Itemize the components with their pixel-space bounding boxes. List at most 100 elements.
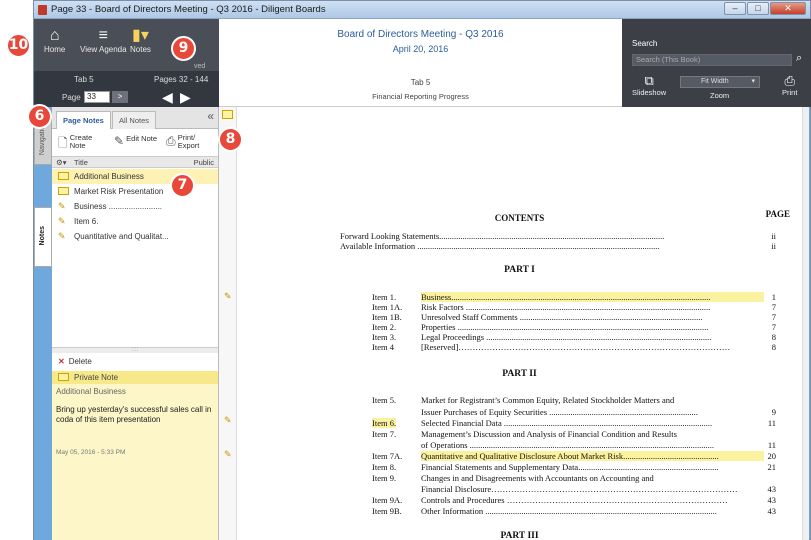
previous-page-button[interactable]: ◀ [162, 89, 173, 106]
toc-row[interactable]: Item 3. Legal Proceedings ..............… [372, 332, 776, 342]
page-column-heading: PAGE [765, 209, 790, 219]
part-heading: PART III [500, 531, 539, 540]
annotation-item[interactable]: ✎ Quantitative and Qualitat... [52, 229, 218, 244]
toc-row[interactable]: Item 9A. Controls and Procedures …………………… [372, 495, 776, 505]
panel-splitter[interactable]: :::: [52, 347, 218, 353]
edit-note-button[interactable]: ✎ Edit Note [114, 134, 157, 148]
zoom-label: Zoom [710, 91, 730, 100]
toc-text: Market for Registrant’s Common Equity, R… [421, 395, 675, 405]
toc-row[interactable]: Item 7A. Quantitative and Qualitative Di… [372, 451, 776, 461]
printer-icon: ⎙ [166, 134, 176, 148]
toc-page: 43 [767, 506, 777, 516]
create-note-button[interactable]: 🗋 Create Note [58, 134, 92, 155]
go-to-page-button[interactable]: > [112, 91, 128, 103]
toc-page: 8 [771, 342, 776, 352]
note-icon [58, 172, 69, 180]
print-export-button[interactable]: ⎙ Print/ Export [166, 134, 199, 150]
app-window: Page 33 - Board of Directors Meeting - Q… [33, 0, 811, 540]
search-icon[interactable]: ⌕ [796, 52, 802, 65]
toc-text: Risk Factors ...........................… [421, 302, 711, 312]
close-button[interactable]: ✕ [770, 2, 806, 15]
toc-row[interactable]: Item 7. Management’s Discussion and Anal… [372, 429, 776, 439]
highlighter-icon: ✎ [58, 231, 66, 241]
toc-row[interactable]: Item 1B. Unresolved Staff Comments .....… [372, 312, 776, 322]
annotation-item[interactable]: ✎ Item 6. [52, 214, 218, 229]
highlighter-icon[interactable]: ✎ [224, 449, 232, 460]
collapse-panel-button[interactable]: « [207, 109, 214, 123]
tab-notes[interactable]: Notes [34, 207, 52, 267]
part-heading: PART II [502, 369, 537, 379]
edit-note-icon: ✎ [114, 134, 125, 148]
toc-item-number: Item 1. [372, 292, 397, 302]
private-note-row: Private Note [52, 371, 218, 384]
note-item-label: Market Risk Presentation [74, 187, 164, 196]
col-title[interactable]: Title [74, 158, 88, 167]
tab-title: Tab 5 [410, 78, 431, 87]
print-button[interactable]: ⎙ Print [782, 74, 797, 98]
tab-all-notes[interactable]: All Notes [112, 111, 157, 129]
zoom-select[interactable]: Fit Width ▾ [680, 76, 760, 88]
toc-page: 1 [771, 292, 776, 302]
document-viewer[interactable]: ✎ ✎ ✎ CONTENTS PAGE Forward Looking Stat… [219, 107, 809, 540]
toc-row[interactable]: Item 2. Properties .....................… [372, 322, 776, 332]
toc-row[interactable]: Item 8. Financial Statements and Supplem… [372, 462, 776, 472]
zoom-value: Fit Width [701, 78, 729, 85]
delete-note-button[interactable]: ✕ Delete [58, 357, 92, 366]
highlighter-icon[interactable]: ✎ [224, 291, 232, 302]
home-button[interactable]: ⌂ Home [44, 27, 65, 54]
delete-label: Delete [68, 357, 92, 366]
toc-text: Selected Financial Data ................… [421, 418, 713, 428]
notes-tabs: Page Notes All Notes « [52, 107, 218, 129]
toc-item-number: Item 8. [372, 462, 397, 472]
toc-page: 11 [767, 440, 776, 450]
vertical-scrollbar[interactable] [802, 107, 809, 540]
toc-page: 9 [771, 407, 776, 417]
slideshow-icon: ⧉ [644, 73, 654, 88]
toc-row[interactable]: Financial Disclosure……………………………………………………… [372, 484, 776, 494]
edit-note-label: Edit Note [126, 134, 158, 143]
note-title[interactable]: Additional Business [56, 387, 126, 396]
document-page: CONTENTS PAGE Forward Looking Statements… [237, 107, 802, 540]
toc-item-number: Item 6. [372, 418, 397, 428]
next-page-button[interactable]: ▶ [180, 89, 191, 106]
home-icon: ⌂ [49, 27, 60, 44]
title-bar: Page 33 - Board of Directors Meeting - Q… [34, 1, 810, 19]
toc-item-number: Item 9A. [372, 495, 403, 505]
toc-row[interactable]: Item 1A. Risk Factors ..................… [372, 302, 776, 312]
maximize-button[interactable]: □ [747, 2, 769, 15]
col-public[interactable]: Public [194, 158, 214, 167]
notes-icon: ▮▾ [132, 27, 149, 44]
settings-icon[interactable]: ⚙▾ [56, 158, 67, 167]
toc-row[interactable]: Issuer Purchases of Equity Securities ..… [372, 407, 776, 417]
view-agenda-button[interactable]: ≡ View Agenda [80, 27, 127, 54]
toc-row[interactable]: Item 5. Market for Registrant’s Common E… [372, 395, 776, 405]
sticky-note-icon[interactable] [222, 110, 233, 119]
toc-row[interactable]: Item 1. Business........................… [372, 292, 776, 302]
slideshow-button[interactable]: ⧉ Slideshow [632, 73, 666, 98]
viewed-label: ved [194, 63, 206, 70]
toc-row[interactable]: Item 4 [Reserved]……………………………………………………………… [372, 342, 776, 352]
toc-row[interactable]: Forward Looking Statements..............… [340, 231, 776, 241]
notes-button[interactable]: ▮▾ Notes [130, 27, 151, 54]
toc-row[interactable]: Item 9B. Other Information .............… [372, 506, 776, 516]
toc-text: Other Information ......................… [421, 506, 717, 516]
note-body[interactable]: Bring up yesterday's successful sales ca… [56, 405, 214, 425]
page-number-input[interactable]: 33 [84, 91, 110, 103]
minimize-button[interactable]: – [724, 2, 746, 15]
print-export-label: Print/ Export [177, 133, 200, 150]
toc-row[interactable]: Item 6. Selected Financial Data ........… [372, 418, 776, 428]
annotation-item[interactable]: ✎ Business ........................ [52, 199, 218, 214]
toc-row[interactable]: Available Information ..................… [340, 241, 776, 251]
tab-page-notes[interactable]: Page Notes [56, 111, 111, 129]
note-item-label: Item 6. [74, 217, 99, 226]
toc-row[interactable]: Item 9. Changes in and Disagreements wit… [372, 473, 776, 483]
toc-text: Issuer Purchases of Equity Securities ..… [421, 407, 698, 417]
search-input[interactable]: Search (This Book) [632, 54, 792, 66]
annotation-gutter: ✎ ✎ ✎ [219, 107, 237, 540]
toc-row[interactable]: of Operations ..........................… [372, 440, 776, 450]
note-item-label: Business ........................ [74, 202, 163, 211]
highlighter-icon[interactable]: ✎ [224, 415, 232, 426]
toc-text: Available Information ..................… [340, 241, 660, 251]
toc-page: 43 [767, 484, 777, 494]
callout-badge-9: 9 [171, 36, 196, 61]
